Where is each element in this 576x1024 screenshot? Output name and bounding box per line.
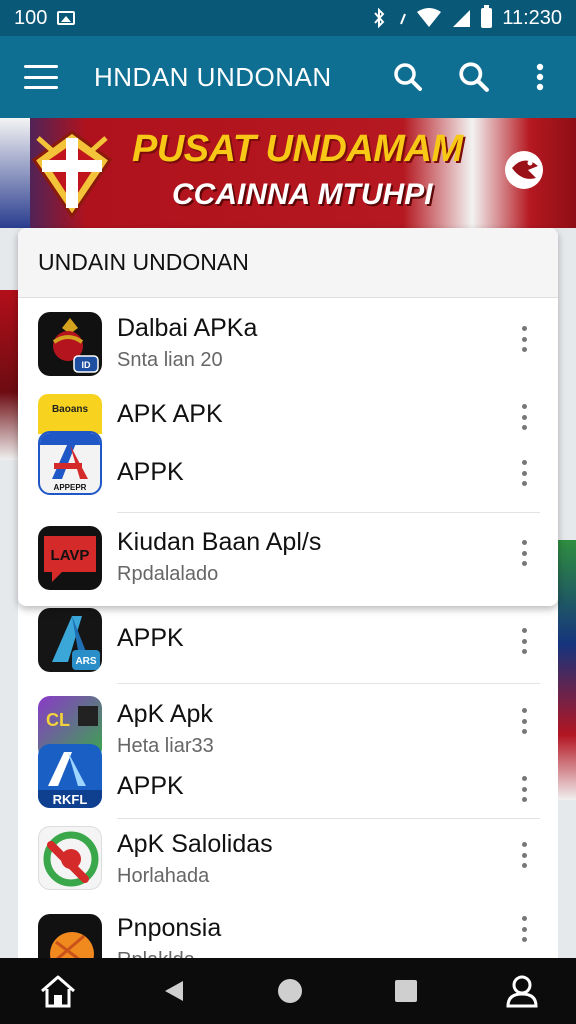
background-flag-left bbox=[0, 290, 18, 460]
svg-text:ID: ID bbox=[82, 360, 92, 370]
list-item[interactable]: ID Dalbai APKa Snta lian 20 bbox=[18, 312, 558, 376]
svg-text:Baoans: Baoans bbox=[52, 404, 89, 415]
status-right: 11:230 bbox=[369, 5, 562, 30]
app-icon-dalbai: ID bbox=[38, 312, 102, 376]
status-time: 11:230 bbox=[502, 6, 562, 29]
app-bar-actions bbox=[390, 59, 558, 95]
status-number: 100 bbox=[14, 6, 48, 29]
svg-text:ARS: ARS bbox=[75, 656, 96, 667]
signal-icon bbox=[453, 10, 471, 27]
app-list-lower: ARS APPK CL ApK Apk Heta liar33 RKFL APP… bbox=[18, 596, 558, 978]
overflow-menu-icon[interactable] bbox=[518, 776, 530, 802]
svg-text:CL: CL bbox=[46, 710, 70, 730]
hamburger-menu-icon[interactable] bbox=[24, 65, 58, 89]
app-title: Dalbai APKa bbox=[117, 314, 258, 342]
list-item[interactable]: RKFL APPK bbox=[18, 744, 558, 808]
app-icon-apk-yellow: Baoans bbox=[38, 394, 102, 434]
bird-logo-icon bbox=[505, 151, 543, 189]
app-icon-appk-dark: ARS bbox=[38, 608, 102, 672]
app-title: Pnponsia bbox=[117, 914, 222, 942]
list-item[interactable]: ApK Salolidas Horlahada bbox=[18, 826, 558, 890]
wifi-icon bbox=[417, 8, 442, 27]
promo-banner[interactable]: PUSAT UNDAMAM CCAINNA MTUHPI bbox=[0, 118, 576, 228]
overflow-menu-icon[interactable] bbox=[518, 404, 530, 430]
banner-subheadline: CCAINNA MTUHPI bbox=[172, 178, 433, 211]
overflow-menu-icon[interactable] bbox=[518, 326, 530, 352]
overflow-menu-icon[interactable] bbox=[518, 708, 530, 734]
app-icon-kiudan: LAVP bbox=[38, 526, 102, 590]
app-icon-apk-salolidas bbox=[38, 826, 102, 890]
overflow-menu-icon[interactable] bbox=[518, 628, 530, 654]
search-icon[interactable] bbox=[390, 59, 426, 95]
home-icon[interactable] bbox=[36, 969, 80, 1013]
app-title: APK APK bbox=[117, 400, 223, 428]
emblem-icon bbox=[31, 130, 113, 219]
app-subtitle: Snta lian 20 bbox=[117, 349, 223, 371]
vibrate-icon bbox=[400, 13, 407, 25]
app-title: ApK Salolidas bbox=[117, 830, 273, 858]
featured-apps-card: UNDAIN UNDONAN ID Dalbai APKa Snta lian … bbox=[18, 228, 558, 606]
overflow-menu-icon[interactable] bbox=[518, 540, 530, 566]
system-nav-bar bbox=[0, 958, 576, 1024]
person-icon[interactable] bbox=[500, 969, 544, 1013]
banner-headline: PUSAT UNDAMAM bbox=[132, 128, 463, 170]
app-title: APPK bbox=[117, 458, 184, 486]
svg-text:LAVP: LAVP bbox=[51, 547, 90, 564]
app-title: APPK bbox=[117, 772, 184, 800]
app-subtitle: Rpdalalado bbox=[117, 563, 219, 585]
app-title: APPK bbox=[117, 624, 184, 652]
app-icon-appk-blue: RKFL bbox=[38, 744, 102, 808]
home-circle-icon[interactable] bbox=[268, 969, 312, 1013]
recents-square-icon[interactable] bbox=[384, 969, 428, 1013]
overflow-menu-icon[interactable] bbox=[518, 916, 530, 942]
status-bar: 100 11:230 bbox=[0, 0, 576, 36]
svg-text:APPEPR: APPEPR bbox=[54, 483, 87, 492]
svg-text:RKFL: RKFL bbox=[53, 792, 88, 807]
overflow-menu-icon[interactable] bbox=[518, 460, 530, 486]
section-header: UNDAIN UNDONAN bbox=[18, 228, 558, 298]
divider bbox=[117, 818, 540, 819]
app-bar: HNDAN UNDONAN bbox=[0, 36, 576, 118]
divider bbox=[117, 512, 540, 513]
app-title: HNDAN UNDONAN bbox=[94, 61, 332, 92]
image-notification-icon bbox=[57, 11, 76, 25]
app-title: ApK Apk bbox=[117, 700, 213, 728]
list-item[interactable]: APPEPR APPK bbox=[18, 430, 558, 496]
status-left: 100 bbox=[14, 6, 76, 30]
list-item[interactable]: LAVP Kiudan Baan Apl/s Rpdalalado bbox=[18, 526, 558, 590]
app-icon-appk-red: APPEPR bbox=[38, 431, 102, 495]
bluetooth-icon bbox=[374, 8, 385, 28]
divider bbox=[117, 683, 540, 684]
background-flag-right bbox=[558, 540, 576, 800]
list-item[interactable]: ARS APPK bbox=[18, 608, 558, 672]
back-triangle-icon[interactable] bbox=[152, 969, 196, 1013]
overflow-menu-icon[interactable] bbox=[518, 842, 530, 868]
app-subtitle: Horlahada bbox=[117, 865, 210, 887]
search-icon[interactable] bbox=[456, 59, 492, 95]
app-title: Kiudan Baan Apl/s bbox=[117, 528, 322, 556]
battery-icon bbox=[481, 5, 493, 28]
overflow-menu-icon[interactable] bbox=[522, 59, 558, 95]
